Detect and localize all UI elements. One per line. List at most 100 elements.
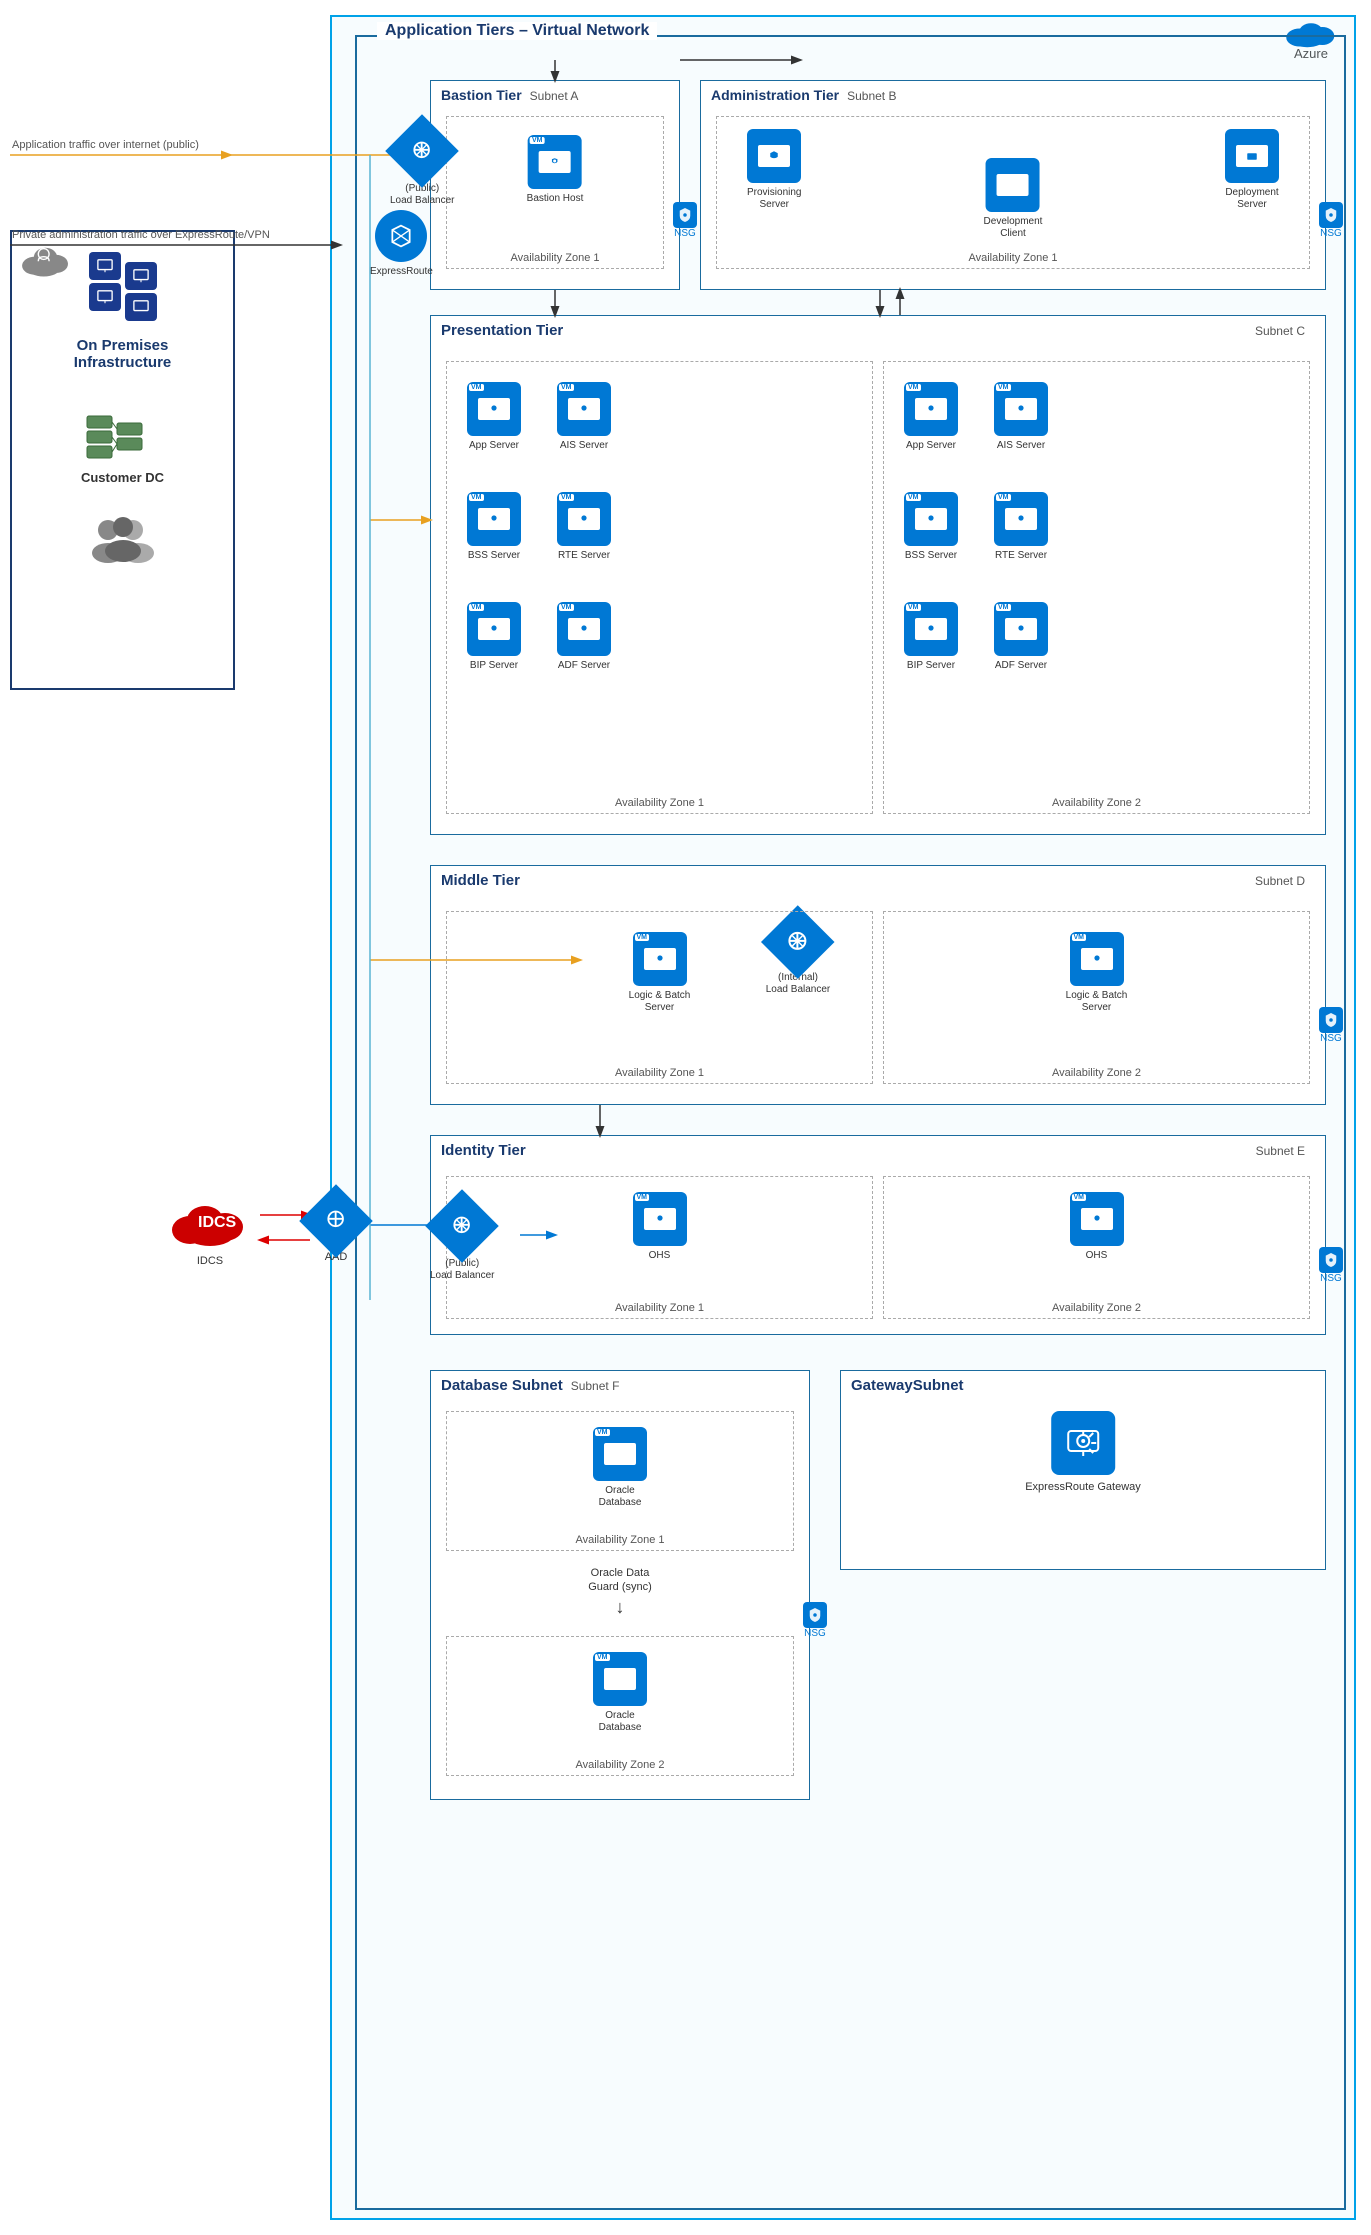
pres-z2-ais-label: AIS Server [997, 440, 1045, 452]
idcs-icon: IDCS IDCS [170, 1185, 250, 1267]
middle-z1-label: Logic & Batch Server [625, 990, 695, 1014]
admin-subnet-label: Subnet B [847, 89, 896, 103]
presentation-tier-box: Presentation Tier Subnet C VM App Server… [430, 315, 1326, 835]
presentation-tier-title: Presentation Tier [441, 322, 563, 339]
identity-z1-ohs-label: OHS [649, 1250, 671, 1262]
presentation-zone1-box: VM App Server VM AIS Server VM BSS Serve… [446, 361, 873, 814]
svg-text:IDCS: IDCS [198, 1214, 237, 1231]
db-z1-label: Oracle Database [585, 1485, 655, 1509]
pres-z2-app-label: App Server [906, 440, 956, 452]
pres-z1-bip-server: VM BIP Server [467, 602, 521, 672]
admin-nsg-label: NSG [1320, 228, 1342, 239]
pres-z1-bip-label: BIP Server [470, 660, 518, 672]
db-zone2-box: VM Oracle Database Availability Zone 2 [446, 1636, 794, 1776]
db-nsg: NSG [803, 1602, 827, 1639]
admin-nsg: NSG [1319, 202, 1343, 239]
admin-zone1-label: Availability Zone 1 [968, 252, 1057, 264]
pres-z2-rte-label: RTE Server [995, 550, 1047, 562]
gateway-label: ExpressRoute Gateway [1025, 1481, 1141, 1493]
expressroute-label: ExpressRoute [370, 266, 433, 277]
pres-z2-app-server: VM App Server [904, 382, 958, 452]
pres-z1-rte-label: RTE Server [558, 550, 610, 562]
presentation-zone2-box: VM App Server VM AIS Server VM BSS Serve… [883, 361, 1310, 814]
identity-zone1-label: Availability Zone 1 [615, 1302, 704, 1314]
on-premises-title: On PremisesInfrastructure [74, 337, 172, 371]
db-zone1-box: VM Oracle Database Availability Zone 1 [446, 1411, 794, 1551]
middle-zone2-label: Availability Zone 2 [1052, 1067, 1141, 1079]
presentation-subnet-label: Subnet C [1255, 324, 1315, 338]
identity-nsg-label: NSG [1320, 1273, 1342, 1284]
pres-z1-ais-server: VM AIS Server [557, 382, 611, 452]
bastion-nsg-label: NSG [674, 228, 696, 239]
pres-z2-bss-server: VM BSS Server [904, 492, 958, 562]
pres-zone1-label: Availability Zone 1 [615, 797, 704, 809]
pres-z1-bss-server: VM BSS Server [467, 492, 521, 562]
db-tier-title: Database Subnet [441, 1377, 563, 1394]
pres-z2-adf-server: VM ADF Server [994, 602, 1048, 672]
on-premises-cloud-icon [18, 236, 73, 286]
identity-z1-ohs: VM OHS [633, 1192, 687, 1262]
middle-z1-server: VM Logic & Batch Server [625, 932, 695, 1014]
identity-zone1-box: VM OHS Availability Zone 1 [446, 1176, 873, 1319]
db-z2-oracle: VM Oracle Database [585, 1652, 655, 1734]
on-premises-box: On PremisesInfrastructure Customer DC [10, 230, 235, 690]
data-guard-label: Oracle DataGuard (sync) [588, 1566, 652, 1595]
bastion-tier-title: Bastion Tier [441, 87, 522, 103]
admin-tier-box: Administration Tier Subnet B Provisionin… [700, 80, 1326, 290]
pres-z1-adf-server: VM ADF Server [557, 602, 611, 672]
development-client-label: DevelopmentClient [984, 216, 1043, 240]
deployment-server-label: DeploymentServer [1225, 187, 1278, 211]
bastion-host-icon: VM Bastion Host [527, 135, 584, 205]
provisioning-server-icon: ProvisioningServer [747, 129, 801, 211]
identity-nsg: NSG [1319, 1247, 1343, 1284]
data-guard-sync: Oracle DataGuard (sync) ↓ [588, 1566, 652, 1618]
aad-icon: AAD [310, 1195, 362, 1263]
svg-text:Application traffic over inter: Application traffic over internet (publi… [12, 139, 199, 151]
vnet-title: Application Tiers – Virtual Network [377, 22, 657, 40]
admin-tier-title: Administration Tier [711, 87, 839, 103]
identity-zone2-label: Availability Zone 2 [1052, 1302, 1141, 1314]
pres-z2-rte-server: VM RTE Server [994, 492, 1048, 562]
pres-z1-rte-server: VM RTE Server [557, 492, 611, 562]
pres-z2-bss-label: BSS Server [905, 550, 957, 562]
middle-tier-box: Middle Tier Subnet D [430, 865, 1326, 1105]
db-z2-label: Oracle Database [585, 1710, 655, 1734]
bastion-zone1-box: VM Bastion Host Availability Zon [446, 116, 664, 269]
bastion-zone1-label: Availability Zone 1 [510, 252, 599, 264]
middle-z2-label: Logic & Batch Server [1062, 990, 1132, 1014]
pres-z1-app-server: VM App Server [467, 382, 521, 452]
middle-zone1-label: Availability Zone 1 [615, 1067, 704, 1079]
admin-zone1-box: ProvisioningServer DeploymentServer [716, 116, 1310, 269]
pres-z1-adf-label: ADF Server [558, 660, 610, 672]
pres-z2-ais-server: VM AIS Server [994, 382, 1048, 452]
middle-z2-server: VM Logic & Batch Server [1062, 932, 1132, 1014]
bastion-tier-box: Bastion Tier Subnet A VM [430, 80, 680, 290]
pres-z2-bip-server: VM BIP Server [904, 602, 958, 672]
pres-z1-ais-label: AIS Server [560, 440, 608, 452]
expressroute-icon: ExpressRoute [370, 210, 433, 277]
pres-z1-app-label: App Server [469, 440, 519, 452]
on-premises-infra-icon [89, 252, 157, 321]
db-zone1-label: Availability Zone 1 [575, 1534, 664, 1546]
pres-z2-adf-label: ADF Server [995, 660, 1047, 672]
bastion-subnet-label: Subnet A [530, 89, 579, 103]
idcs-label: IDCS [197, 1255, 223, 1267]
gateway-title: GatewaySubnet [851, 1377, 964, 1394]
diagram-container: Azure Application Tiers – Virtual Networ… [0, 0, 1371, 2235]
identity-zone2-box: VM OHS Availability Zone 2 [883, 1176, 1310, 1319]
identity-subnet-label: Subnet E [1256, 1144, 1315, 1158]
middle-subnet-label: Subnet D [1255, 874, 1315, 888]
bastion-host-label: Bastion Host [527, 193, 584, 205]
middle-nsg-label: NSG [1320, 1033, 1342, 1044]
pres-z2-bip-label: BIP Server [907, 660, 955, 672]
db-z1-oracle: VM Oracle Database [585, 1427, 655, 1509]
db-nsg-label: NSG [804, 1628, 826, 1639]
middle-nsg: NSG [1319, 1007, 1343, 1044]
users-icon [83, 515, 163, 570]
identity-tier-box: Identity Tier Subnet E VM OHS Availabili… [430, 1135, 1326, 1335]
database-tier-box: Database Subnet Subnet F VM Oracle Datab… [430, 1370, 810, 1800]
db-zone2-label: Availability Zone 2 [575, 1759, 664, 1771]
middle-zone2-box: VM Logic & Batch Server Availability Zon… [883, 911, 1310, 1084]
identity-z2-ohs-label: OHS [1086, 1250, 1108, 1262]
bastion-nsg: NSG [673, 202, 697, 239]
